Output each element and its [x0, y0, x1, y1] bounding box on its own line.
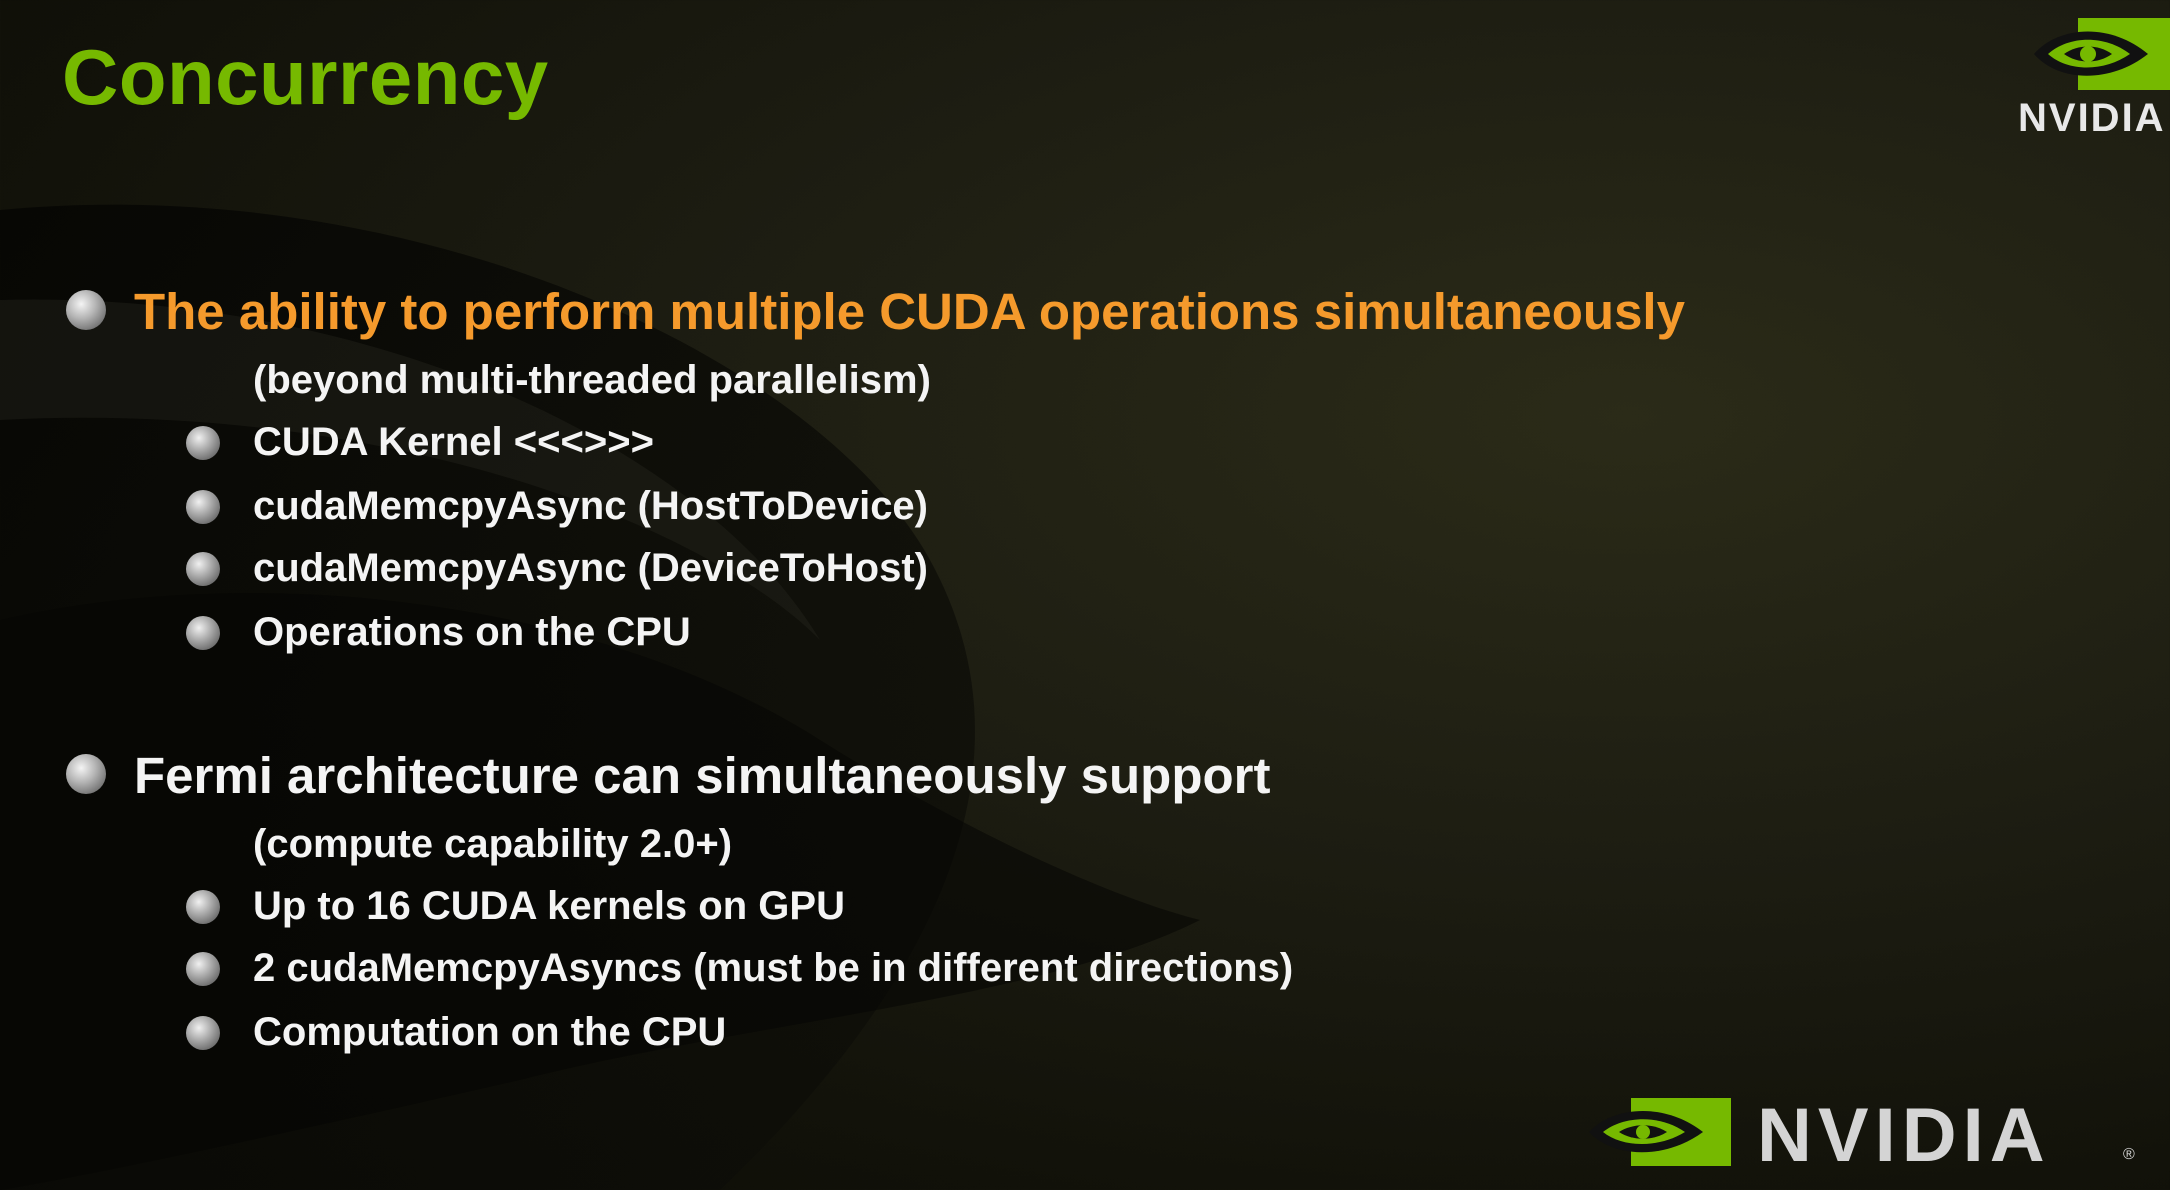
section-1-item-bullet [186, 616, 220, 650]
section-2-heading: Fermi architecture can simultaneously su… [134, 747, 1271, 804]
section-2-note: (compute capability 2.0+) [253, 822, 733, 866]
section-1-item-2: cudaMemcpyAsync (HostToDevice) [253, 484, 928, 528]
section-2-item-3: Computation on the CPU [253, 1010, 727, 1054]
slide: Concurrency NVIDIA The ability to perfor… [0, 0, 2170, 1190]
nvidia-wordmark-bottom: NVIDIA [1757, 1093, 2051, 1178]
section-1-note: (beyond multi-threaded parallelism) [253, 358, 931, 402]
slide-title: Concurrency [62, 33, 549, 121]
section-2-item-2: 2 cudaMemcpyAsyncs (must be in different… [253, 946, 1294, 990]
nvidia-logo-bottom: NVIDIA ® [1585, 1090, 2155, 1180]
nvidia-logo-top: NVIDIA [2010, 14, 2170, 140]
nvidia-eye-icon [2034, 18, 2170, 90]
nvidia-eye-icon [1589, 1098, 1731, 1166]
section-1-bullet [66, 290, 106, 330]
section-1-item-bullet [186, 426, 220, 460]
section-1-item-1: CUDA Kernel <<<>>> [253, 420, 654, 464]
section-1-item-bullet [186, 490, 220, 524]
section-2-item-bullet [186, 1016, 220, 1050]
section-1-heading: The ability to perform multiple CUDA ope… [134, 283, 1685, 340]
section-2-bullet [66, 754, 106, 794]
section-1-item-3: cudaMemcpyAsync (DeviceToHost) [253, 546, 928, 590]
section-1-item-bullet [186, 552, 220, 586]
section-2-item-bullet [186, 890, 220, 924]
nvidia-wordmark-top: NVIDIA [2018, 96, 2166, 140]
section-2-item-1: Up to 16 CUDA kernels on GPU [253, 884, 845, 928]
registered-mark: ® [2123, 1146, 2135, 1163]
section-2-item-bullet [186, 952, 220, 986]
section-1-item-4: Operations on the CPU [253, 610, 691, 654]
